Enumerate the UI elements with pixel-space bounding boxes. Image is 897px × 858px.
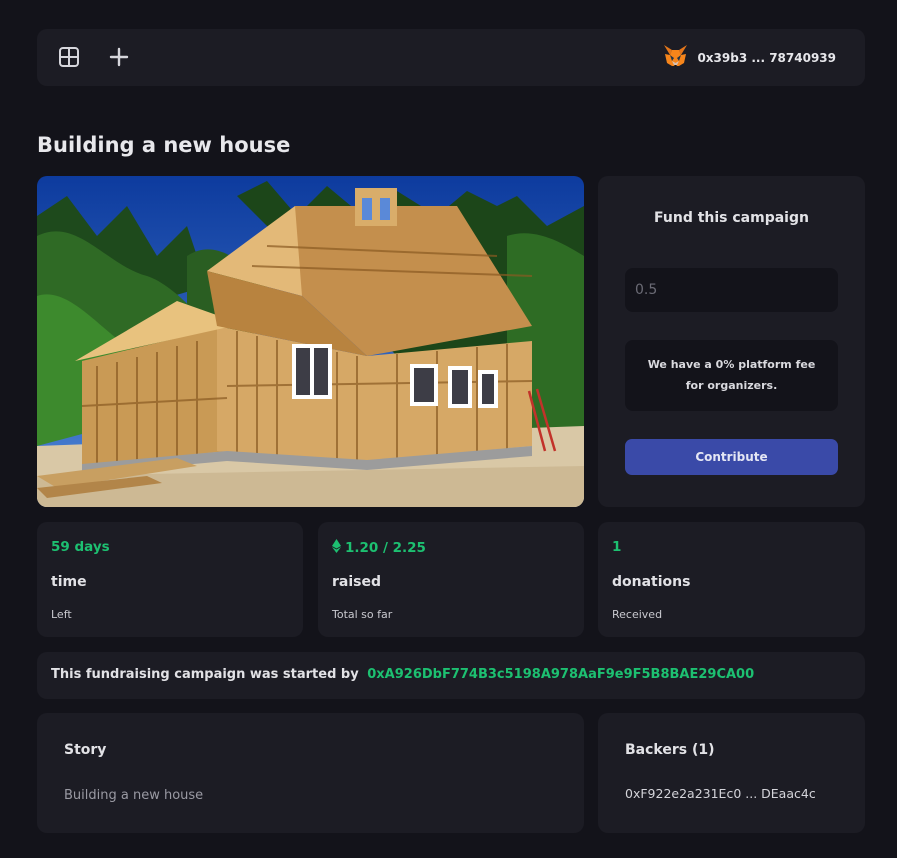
stat-card-donations: 1 donations Received (598, 522, 865, 637)
account-button[interactable]: 0x39b3 ... 78740939 (663, 45, 836, 71)
account-address: 0x39b3 ... 78740939 (697, 51, 836, 65)
platform-fee-note: We have a 0% platform fee for organizers… (625, 340, 838, 411)
story-text: Building a new house (64, 788, 204, 803)
backer-address: 0xF922e2a231Ec0 ... DEaac4c (625, 786, 816, 801)
stat-label: donations (612, 574, 691, 590)
story-card: Story Building a new house (37, 713, 584, 833)
metamask-fox-icon (663, 44, 688, 72)
stat-card-raised: 1.20 / 2.25 raised Total so far (318, 522, 584, 637)
backers-title: Backers (1) (625, 742, 715, 758)
raised-amount-value: 1.20 / 2.25 (345, 540, 426, 556)
stat-card-time: 59 days time Left (37, 522, 303, 637)
stat-sublabel: Received (612, 608, 663, 621)
campaign-image (37, 176, 584, 507)
donations-count-value: 1 (612, 539, 622, 555)
plus-icon[interactable] (107, 45, 131, 69)
stat-label: raised (332, 574, 381, 590)
fund-panel: Fund this campaign We have a 0% platform… (598, 176, 865, 507)
stat-label: time (51, 574, 87, 590)
top-navbar: 0x39b3 ... 78740939 (37, 29, 865, 86)
page-title: Building a new house (37, 133, 291, 157)
creator-address[interactable]: 0xA926DbF774B3c5198A978AaF9e9F5B8BAE29CA… (367, 667, 754, 682)
fund-title: Fund this campaign (654, 210, 809, 226)
stat-sublabel: Left (51, 608, 72, 621)
creator-prefix: This fundraising campaign was started by (51, 667, 359, 682)
dashboard-icon[interactable] (57, 45, 81, 69)
backers-card: Backers (1) 0xF922e2a231Ec0 ... DEaac4c (598, 713, 865, 833)
contribute-button[interactable]: Contribute (625, 439, 838, 475)
creator-bar: This fundraising campaign was started by… (37, 652, 865, 699)
story-title: Story (64, 742, 107, 758)
amount-input[interactable] (625, 268, 838, 312)
ethereum-icon (332, 539, 341, 557)
stat-sublabel: Total so far (332, 608, 393, 621)
days-left-value: 59 days (51, 539, 110, 555)
